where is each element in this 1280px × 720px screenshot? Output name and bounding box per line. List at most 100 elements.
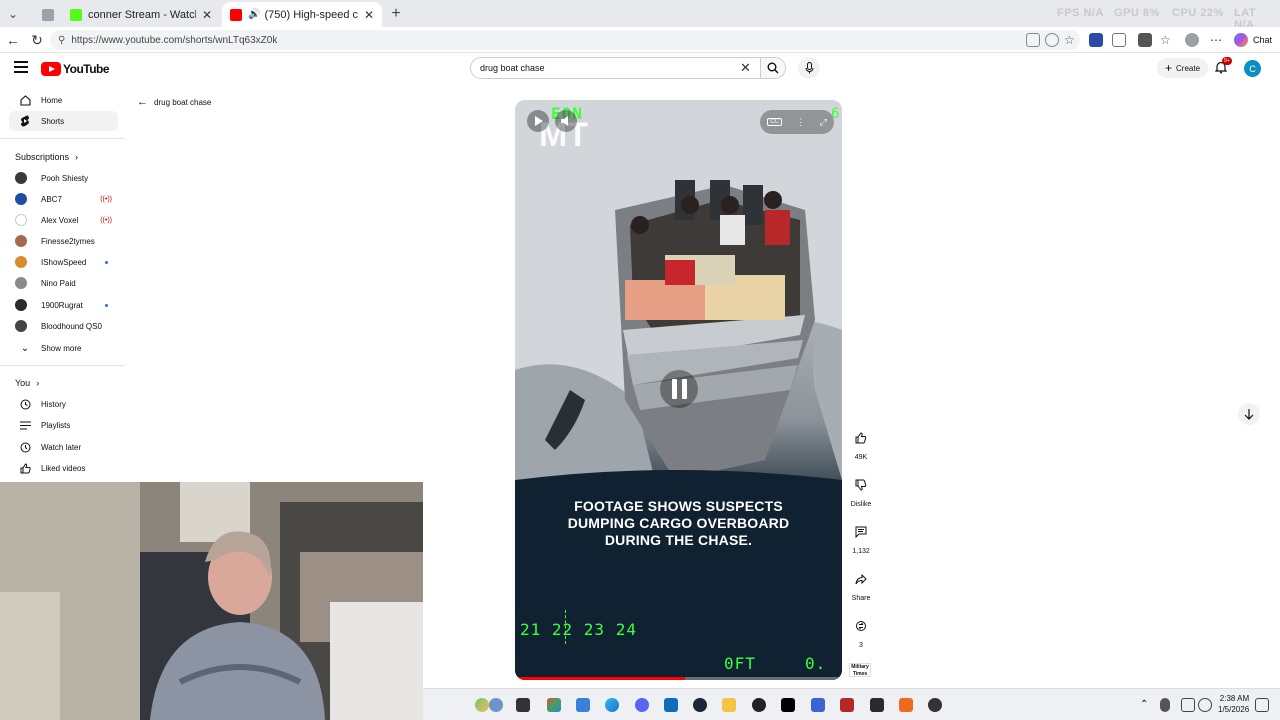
address-bar-row: ← ↻ ⚲ https://www.youtube.com/shorts/wnL… xyxy=(0,27,1280,53)
browser-tab-kick[interactable]: conner Stream - Watch Live on Ki ✕ xyxy=(62,2,220,27)
create-button[interactable]: + Create xyxy=(1157,58,1209,78)
game-app-icon[interactable] xyxy=(840,698,854,712)
favorite-star-icon[interactable]: ☆ xyxy=(1064,33,1078,47)
split-screen-icon[interactable] xyxy=(1138,33,1152,47)
sidebar-item-home[interactable]: Home xyxy=(9,90,118,110)
site-info-icon[interactable]: ⚲ xyxy=(58,35,65,46)
sidebar-item-history[interactable]: History xyxy=(9,394,118,414)
subscription-item[interactable]: Pooh Shiesty xyxy=(9,168,118,188)
show-more-button[interactable]: ⌄ Show more xyxy=(9,338,118,358)
speaker-icon[interactable]: 🔊 xyxy=(248,9,260,20)
search-button[interactable] xyxy=(760,57,786,79)
subscriptions-heading[interactable]: Subscriptions › xyxy=(15,152,78,162)
hud-tick xyxy=(565,610,567,644)
clear-search-icon[interactable]: ✕ xyxy=(740,60,751,76)
like-button[interactable]: 49K xyxy=(848,427,874,461)
sidebar-item-liked-videos[interactable]: Liked videos xyxy=(9,458,118,478)
pause-button[interactable] xyxy=(660,370,698,408)
more-menu-icon[interactable]: ⋯ xyxy=(1210,33,1224,47)
epic-games-icon[interactable] xyxy=(870,698,884,712)
subscription-item[interactable]: ABC7 ((•)) xyxy=(9,189,118,209)
app-available-icon[interactable] xyxy=(1026,33,1040,47)
weather-widget-icon[interactable] xyxy=(475,698,489,712)
fullscreen-icon[interactable]: ⤢ xyxy=(820,117,827,128)
subscription-item[interactable]: 1900Rugrat xyxy=(9,295,118,315)
subscription-item[interactable]: Nino Paid xyxy=(9,273,118,293)
menu-hamburger-icon[interactable] xyxy=(14,61,28,73)
zoom-icon[interactable] xyxy=(1045,33,1059,47)
subscription-item[interactable]: Alex Voxel ((•)) xyxy=(9,210,118,230)
short-video-player[interactable]: EON MT 6 CC ⋮ ⤢ FOOTAGE SHOWS SUSPECTS D… xyxy=(515,100,842,680)
volume-button[interactable] xyxy=(555,110,577,132)
tab-list-chevron-icon[interactable]: ⌄ xyxy=(4,4,22,24)
notification-bell-icon[interactable] xyxy=(1255,698,1269,712)
play-button[interactable] xyxy=(527,110,549,132)
play-icon xyxy=(535,116,543,126)
plus-icon: + xyxy=(1165,61,1173,75)
tray-chevron-icon[interactable]: ⌃ xyxy=(1140,699,1148,710)
microphone-tray-icon[interactable] xyxy=(1160,698,1170,712)
steam-icon[interactable] xyxy=(693,698,707,712)
notifications-button[interactable]: 9+ xyxy=(1214,57,1232,79)
sidebar-item-label: History xyxy=(41,399,66,409)
subscription-item[interactable]: IShowSpeed xyxy=(9,252,118,272)
more-options-icon[interactable]: ⋮ xyxy=(796,117,805,128)
remix-icon xyxy=(850,615,872,637)
hud-heading-scale: 21 22 23 24 xyxy=(520,620,637,639)
account-avatar[interactable]: C xyxy=(1244,60,1261,77)
url-field[interactable]: ⚲ https://www.youtube.com/shorts/wnLTq63… xyxy=(50,30,1080,50)
voice-search-button[interactable] xyxy=(798,57,820,79)
channel-thumbnail[interactable]: Military Times xyxy=(849,663,871,677)
widget-icon[interactable] xyxy=(489,698,503,712)
youtube-logo[interactable]: YouTube xyxy=(41,62,110,76)
copilot-icon[interactable] xyxy=(1234,33,1248,47)
app-a-icon[interactable] xyxy=(899,698,913,712)
comments-button[interactable]: 1,132 xyxy=(848,521,874,555)
share-button[interactable]: Share xyxy=(848,568,874,602)
new-tab-button[interactable]: + xyxy=(388,4,404,24)
tiktok-icon[interactable] xyxy=(781,698,795,712)
discord-icon[interactable] xyxy=(635,698,649,712)
remix-button[interactable]: 3 xyxy=(848,615,874,649)
dislike-button[interactable]: Dislike xyxy=(848,474,874,508)
tab-close-icon[interactable]: ✕ xyxy=(196,8,212,22)
you-heading[interactable]: You › xyxy=(15,378,39,388)
captions-icon[interactable]: CC xyxy=(767,118,782,126)
sidebar-item-playlists[interactable]: Playlists xyxy=(9,415,118,435)
search-input[interactable]: drug boat chase xyxy=(470,57,760,79)
video-progress-bar[interactable] xyxy=(515,677,842,680)
app-icon[interactable] xyxy=(664,698,678,712)
subscription-item[interactable]: Bloodhound QS0 xyxy=(9,316,118,336)
chrome-like-icon[interactable] xyxy=(928,698,942,712)
channel-avatar xyxy=(15,214,27,226)
sidebar-item-watch-later[interactable]: Watch later xyxy=(9,437,118,457)
thumbs-up-icon xyxy=(850,427,872,449)
task-view-icon[interactable] xyxy=(516,698,530,712)
refresh-icon[interactable]: ↻ xyxy=(28,31,46,49)
app-square-icon[interactable] xyxy=(811,698,825,712)
sidebar-item-shorts[interactable]: Shorts xyxy=(9,111,118,131)
taskbar-clock[interactable]: 2:38 AM 1/5/2026 xyxy=(1218,693,1249,715)
perf-cpu-label: CPU xyxy=(1172,7,1197,19)
volume-tray-icon[interactable] xyxy=(1198,698,1212,712)
back-arrow-icon[interactable]: ← xyxy=(4,31,22,49)
browser-tab-blank[interactable] xyxy=(34,2,58,27)
perf-fps-value: N/A xyxy=(1083,7,1104,19)
extensions-icon[interactable] xyxy=(1112,33,1126,47)
chat-label[interactable]: Chat xyxy=(1253,35,1272,45)
obs-icon[interactable] xyxy=(752,698,766,712)
edge-browser-icon[interactable] xyxy=(605,698,619,712)
next-short-button[interactable] xyxy=(1238,403,1260,425)
profile-icon[interactable] xyxy=(1185,33,1199,47)
video-controls-group: CC ⋮ ⤢ xyxy=(760,110,834,134)
subscription-item[interactable]: Finesse2tymes xyxy=(9,231,118,251)
extension-icon[interactable] xyxy=(1089,33,1103,47)
network-icon[interactable] xyxy=(1181,698,1195,712)
file-explorer-icon[interactable] xyxy=(722,698,736,712)
favorites-icon[interactable]: ☆ xyxy=(1160,33,1174,47)
browser-tab-youtube[interactable]: 🔊 (750) High-speed chase: See a ✕ xyxy=(222,2,382,27)
copilot-app-icon[interactable] xyxy=(547,698,561,712)
back-to-search-link[interactable]: ← drug boat chase xyxy=(137,96,211,108)
tab-close-icon[interactable]: ✕ xyxy=(358,8,374,22)
store-icon[interactable] xyxy=(576,698,590,712)
